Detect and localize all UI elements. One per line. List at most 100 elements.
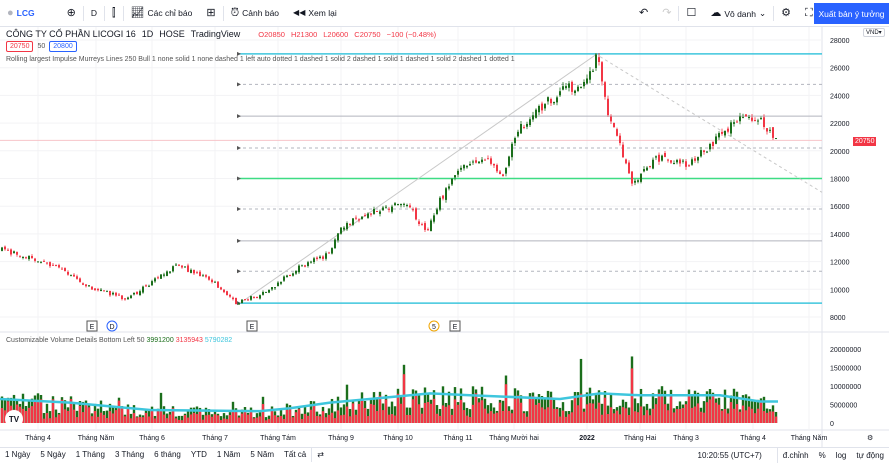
volume-bar-sell: [147, 416, 151, 423]
time-label: Tháng 11: [443, 435, 472, 442]
range-ytd[interactable]: YTD: [186, 450, 212, 459]
candle: [541, 103, 543, 111]
candle: [625, 159, 627, 164]
tradingview-logo-text: TV: [9, 415, 20, 424]
goto-date-icon[interactable]: ⇄: [312, 450, 329, 459]
range-all[interactable]: Tất cả: [279, 450, 311, 459]
clock[interactable]: 10:20:55 (UTC+7): [693, 451, 767, 460]
volume-bar-sell: [402, 374, 406, 423]
volume-bar-sell: [87, 407, 91, 423]
gear-icon: ⚙: [781, 7, 791, 19]
volume-bar-sell: [519, 402, 523, 423]
sell-price[interactable]: 20750: [6, 41, 34, 52]
volume-bar-sell: [525, 416, 529, 423]
publish-idea-button[interactable]: Xuất bản ý tưởng: [814, 3, 889, 24]
price-tick: 14000: [830, 232, 850, 239]
candle: [577, 86, 579, 91]
candle: [664, 153, 666, 157]
candle: [349, 224, 351, 226]
candle: [10, 249, 12, 255]
candle: [118, 294, 120, 296]
range-1y[interactable]: 1 Năm: [212, 450, 246, 459]
candle: [574, 90, 576, 94]
volume-bar-sell: [381, 410, 385, 423]
auto-toggle[interactable]: tự động: [851, 451, 889, 460]
layout-button[interactable]: ☐: [679, 0, 703, 27]
alerts-button[interactable]: ⏰︎ Cảnh báo: [224, 0, 286, 27]
time-label: Tháng 9: [328, 435, 354, 442]
candle: [175, 264, 177, 266]
candle: [109, 290, 111, 296]
volume-bar-sell: [684, 404, 688, 423]
candle: [124, 298, 126, 300]
time-label: Tháng 3: [673, 435, 699, 442]
volume-bar-sell: [267, 418, 271, 423]
candle: [691, 159, 693, 165]
interval-button[interactable]: D: [84, 0, 104, 27]
price-chart[interactable]: 28000 26000 24000 22000 20000 18000 16000 14000…: [0, 27, 889, 447]
candle: [313, 258, 315, 263]
candle: [532, 115, 534, 120]
volume-bar-sell: [189, 414, 193, 423]
log-toggle[interactable]: log: [831, 451, 852, 460]
candle: [610, 116, 612, 122]
range-3m[interactable]: 3 Tháng: [110, 450, 149, 459]
chart-type-button[interactable]: ⫿: [105, 0, 123, 27]
volume-bar-sell: [654, 404, 658, 423]
volume-bar-sell: [114, 410, 118, 423]
volume-bar-sell: [396, 393, 400, 423]
volume-bar-sell: [57, 414, 61, 423]
rewind-icon: ◀◀: [293, 8, 306, 17]
templates-button[interactable]: ⊞: [199, 0, 222, 27]
candle: [379, 211, 381, 214]
candle: [427, 229, 429, 231]
candle: [256, 296, 258, 298]
replay-button[interactable]: ◀◀ Xem lại: [286, 0, 344, 27]
volume-bar-sell: [588, 403, 592, 423]
adjust-toggle[interactable]: đ.chỉnh: [778, 451, 814, 460]
layout-name-dropdown[interactable]: ☁︎ Vô danh ⌄: [703, 0, 773, 27]
candle: [211, 279, 213, 283]
candle: [517, 131, 519, 137]
candle: [112, 292, 114, 295]
symbol-search[interactable]: ● LCG: [0, 0, 42, 27]
compare-button[interactable]: ⊕: [60, 0, 83, 27]
volume-bar-sell: [249, 412, 253, 423]
volume-bar-sell: [426, 402, 430, 423]
buy-price[interactable]: 20800: [49, 41, 77, 52]
range-1d[interactable]: 1 Ngày: [0, 450, 35, 459]
range-5y[interactable]: 5 Năm: [245, 450, 279, 459]
redo-button[interactable]: ↷: [655, 0, 678, 27]
candle: [178, 264, 180, 266]
murrey-indicator-label[interactable]: Rolling largest Impulse Murreys Lines 25…: [6, 56, 515, 63]
range-5d[interactable]: 5 Ngày: [35, 450, 70, 459]
volume-bar-sell: [693, 406, 697, 423]
candle: [307, 262, 309, 266]
indicators-button[interactable]: 📈︎ Các chỉ báo: [124, 0, 200, 27]
volume-bar-sell: [279, 415, 283, 423]
candle: [697, 157, 699, 161]
bottom-bar: 1 Ngày 5 Ngày 1 Tháng 3 Tháng 6 tháng YT…: [0, 447, 889, 463]
candle: [154, 278, 156, 282]
price-tick: 24000: [830, 93, 850, 100]
candle: [547, 97, 549, 102]
volume-bar-sell: [726, 413, 730, 423]
redo-icon: ↷: [662, 7, 672, 19]
candle: [676, 160, 678, 163]
volume-bar-sell: [711, 396, 715, 423]
undo-button[interactable]: ↶: [632, 0, 655, 27]
range-6m[interactable]: 6 tháng: [149, 450, 186, 459]
volume-bar-sell: [390, 414, 394, 423]
candle: [544, 104, 546, 109]
currency-dropdown[interactable]: VND▾: [863, 28, 885, 37]
candle: [58, 265, 60, 268]
range-1m[interactable]: 1 Tháng: [71, 450, 110, 459]
candle: [43, 260, 45, 262]
volume-indicator-legend[interactable]: Customizable Volume Details Bottom Left …: [6, 337, 232, 344]
volume-bar-sell: [24, 410, 28, 423]
legend-close: C20750: [354, 29, 381, 39]
settings-button[interactable]: ⚙: [774, 0, 798, 27]
percent-toggle[interactable]: %: [814, 451, 831, 460]
volume-bar-sell: [165, 418, 169, 423]
candle: [199, 271, 201, 277]
